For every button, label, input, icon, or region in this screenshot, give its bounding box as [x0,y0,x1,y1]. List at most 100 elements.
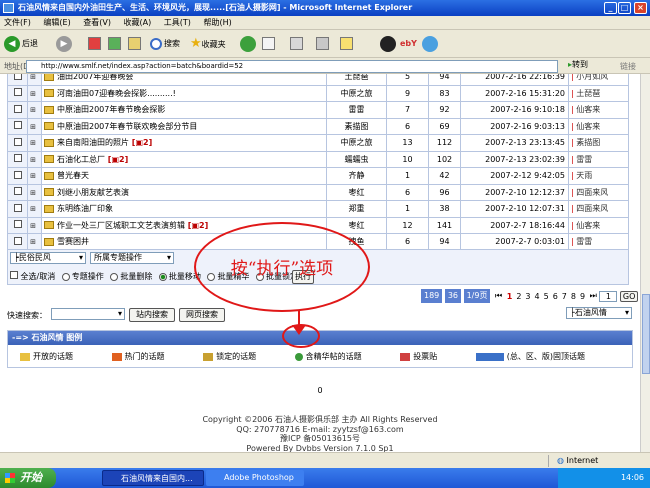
row-checkbox[interactable] [13,137,22,146]
page-link[interactable]: 2 [516,292,521,301]
batch-delete-radio[interactable] [110,272,119,281]
expand-icon[interactable]: ⊞ [30,139,36,147]
menu-view[interactable]: 查看(V) [83,18,111,27]
minimize-button[interactable]: _ [604,2,617,14]
expand-icon[interactable]: ⊞ [30,205,36,213]
author-cell[interactable]: 中原之旅 [326,84,387,102]
menu-edit[interactable]: 编辑(E) [43,18,70,27]
last-reply-user[interactable]: 天雨 [576,171,592,180]
select-all-checkbox[interactable] [10,271,18,279]
row-checkbox[interactable] [13,236,22,245]
menu-favorites[interactable]: 收藏(A) [124,18,152,27]
page-count[interactable]: [▣2] [185,221,208,230]
topic-title-link[interactable]: 曾光春天 [57,171,89,180]
mail-button[interactable] [262,34,275,54]
menu-help[interactable]: 帮助(H) [203,18,231,27]
maximize-button[interactable]: □ [618,2,631,14]
page-count[interactable]: [▣2] [129,138,152,147]
last-reply-user[interactable]: 土琵琶 [576,89,600,98]
home-button[interactable] [128,34,141,54]
row-checkbox[interactable] [13,121,22,130]
topic-op-radio[interactable] [61,272,70,281]
menu-tools[interactable]: 工具(T) [164,18,191,27]
go-page-button[interactable]: GO [619,290,639,302]
topic-title-link[interactable]: 刘继小朋友献艺表演 [57,188,129,197]
page-count[interactable]: [▣2] [105,155,128,164]
forward-button[interactable]: ▶ [56,34,74,54]
topic-title-link[interactable]: 东明练油厂印象 [57,204,113,213]
ebay-button[interactable]: ebY [400,34,417,54]
row-checkbox[interactable] [13,187,22,196]
page-link[interactable]: 7 [562,292,567,301]
expand-icon[interactable]: ⊞ [30,189,36,197]
topic-title-link[interactable]: 来自南阳油田的照片 [57,138,129,147]
first-page-icon[interactable]: ⏮ [495,291,502,301]
expand-icon[interactable]: ⊞ [30,106,36,114]
address-input[interactable]: http://www.smlf.net/index.asp?action=bat… [26,60,558,73]
row-checkbox[interactable] [13,203,22,212]
menu-file[interactable]: 文件(F) [4,18,31,27]
author-cell[interactable]: 土琵琶 [326,74,387,86]
expand-icon[interactable]: ⊞ [30,156,36,164]
print-button[interactable] [290,34,303,54]
close-button[interactable]: × [634,2,647,14]
last-reply-user[interactable]: 仙客来 [576,105,600,114]
author-cell[interactable]: 素描图 [326,117,387,135]
taskbar-photoshop[interactable]: Adobe Photoshop [206,470,304,486]
last-reply-user[interactable]: 雷雷 [576,155,592,164]
last-reply-user[interactable]: 仙客来 [576,122,600,131]
last-reply-user[interactable]: 四面来风 [576,204,608,213]
edit-button[interactable] [316,34,329,54]
topic-title-link[interactable]: 油田2007年迎春晚会 [57,74,133,81]
page-link[interactable]: 8 [571,292,576,301]
last-reply-user[interactable]: 小月如风 [576,74,608,81]
topic-title-link[interactable]: 石油化工总厂 [57,155,105,164]
last-reply-user[interactable]: 雷雷 [576,237,592,246]
author-cell[interactable]: 蠕蠕虫 [326,150,387,168]
stop-button[interactable] [88,34,101,54]
author-cell[interactable]: 雷雷 [326,101,387,119]
expand-icon[interactable]: ⊞ [30,90,36,98]
topic-title-link[interactable]: 作业一处三厂区城职工文艺表演剪辑 [57,221,185,230]
author-cell[interactable]: 郑重 [326,200,387,218]
page-link[interactable]: 3 [525,292,530,301]
topic-select[interactable]: 所属专题操作 [90,252,174,264]
expand-icon[interactable]: ⊞ [30,172,36,180]
page-input[interactable]: 1 [599,290,618,302]
last-reply-user[interactable]: 仙客来 [576,221,600,230]
row-checkbox[interactable] [13,74,22,80]
last-reply-user[interactable]: 四面来风 [576,188,608,197]
search-button[interactable]: 搜索 [150,34,180,54]
row-checkbox[interactable] [13,170,22,179]
page-link[interactable]: 9 [580,292,585,301]
board-select[interactable]: ┝民俗民风 [10,252,86,264]
expand-icon[interactable]: ⊞ [30,238,36,246]
author-cell[interactable]: 枣红 [326,183,387,201]
row-checkbox[interactable] [13,104,22,113]
jump-select[interactable]: ├石油风情 [566,307,632,319]
last-page-icon[interactable]: ⏭ [590,291,597,301]
page-link[interactable]: 5 [544,292,549,301]
history-button[interactable] [240,34,258,54]
messenger-button[interactable] [422,34,440,54]
batch-move-radio[interactable] [158,272,167,281]
folder-button[interactable] [340,34,353,54]
search-input[interactable] [51,308,125,320]
site-search-button[interactable]: 站内搜索 [129,308,175,322]
topic-title-link[interactable]: 中原油田2007年春节联欢晚会部分节目 [57,122,197,131]
links-button[interactable]: 链接 [620,61,636,72]
expand-icon[interactable]: ⊞ [30,74,36,81]
taskbar-ie[interactable]: 石油风情来自国内... [102,470,204,486]
scrollbar[interactable] [640,74,650,452]
web-search-button[interactable]: 网页搜索 [179,308,225,322]
refresh-button[interactable] [108,34,121,54]
last-reply-user[interactable]: 素描图 [576,138,600,147]
go-button[interactable]: ▸转到 [568,59,588,70]
scroll-thumb[interactable] [642,294,650,374]
topic-title-link[interactable]: 中原油田2007年春节晚会探影 [57,105,165,114]
author-cell[interactable]: 齐静 [326,167,387,185]
row-checkbox[interactable] [13,154,22,163]
row-checkbox[interactable] [13,88,22,97]
row-checkbox[interactable] [13,220,22,229]
topic-title-link[interactable]: 雪赛困井 [57,237,89,246]
